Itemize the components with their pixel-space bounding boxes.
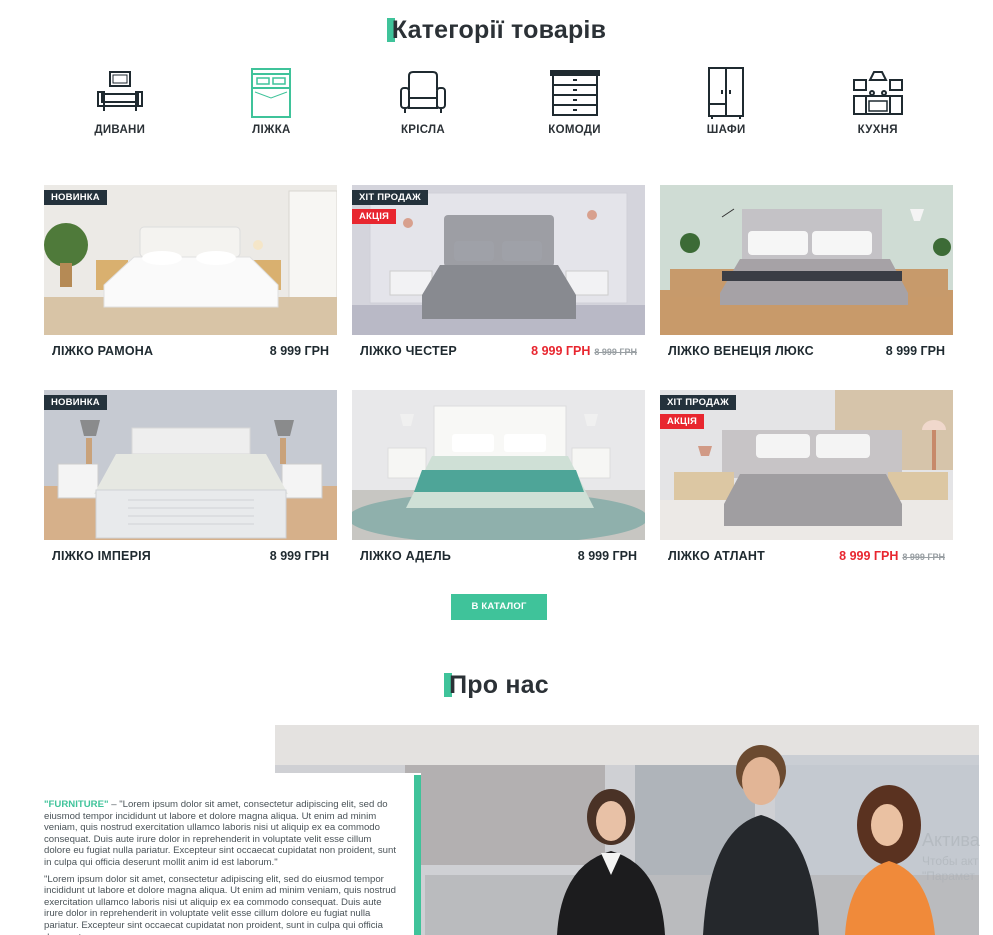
watermark-line-3: "Парамет: [922, 869, 975, 883]
product-price: 8 999 ГРН: [839, 549, 899, 563]
category-label: КУХНЯ: [857, 124, 898, 136]
product-card[interactable]: ХІТ ПРОДАЖ АКЦІЯ ЛІЖКО ЧЕСТЕР 8 999 ГРН 8…: [352, 185, 645, 358]
product-name[interactable]: ЛІЖКО ІМПЕРІЯ: [52, 549, 151, 563]
product-card[interactable]: НОВИНКА ЛІЖКО РАМОНА 8 999 ГРН: [44, 185, 337, 358]
activation-watermark: Актива Чтобы акт "Парамет: [922, 830, 980, 883]
about-text-panel: "FURNITURE" – "Lorem ipsum dolor sit ame…: [0, 773, 421, 935]
product-price: 8 999 ГРН: [577, 549, 637, 563]
watermark-line-1: Актива: [922, 830, 980, 850]
product-name[interactable]: ЛІЖКО АТЛАНТ: [668, 549, 765, 563]
about-title: Про нас: [0, 671, 993, 700]
category-dressers[interactable]: КОМОДИ: [499, 66, 651, 136]
product-name[interactable]: ЛІЖКО АДЕЛЬ: [360, 549, 451, 563]
category-beds[interactable]: ЛІЖКА: [196, 66, 348, 136]
product-price-block: 8 999 ГРН 8 999 ГРН: [839, 549, 945, 563]
badge-sale: АКЦІЯ: [352, 209, 397, 224]
product-price: 8 999 ГРН: [885, 344, 945, 358]
badge-sale: АКЦІЯ: [660, 414, 705, 429]
kitchen-icon: [852, 71, 903, 115]
bed-icon: [251, 68, 292, 118]
product-card[interactable]: ХІТ ПРОДАЖ АКЦІЯ ЛІЖКО АТЛАНТ 8 999 ГРН 8…: [660, 390, 953, 563]
product-price: 8 999 ГРН: [531, 344, 591, 358]
product-card[interactable]: ЛІЖКО ВЕНЕЦІЯ ЛЮКС 8 999 ГРН: [660, 185, 953, 358]
product-old-price: 8 999 ГРН: [902, 552, 945, 562]
product-old-price: 8 999 ГРН: [594, 347, 637, 357]
category-armchairs[interactable]: КРІСЛА: [347, 66, 499, 136]
badge-bestseller: ХІТ ПРОДАЖ: [352, 190, 428, 205]
product-photo[interactable]: [660, 185, 953, 335]
badge-new: НОВИНКА: [44, 190, 107, 205]
product-price: 8 999 ГРН: [269, 549, 329, 563]
product-card[interactable]: НОВИНКА ЛІЖКО ІМПЕРІЯ 8 999 ГРН: [44, 390, 337, 563]
badge-bestseller: ХІТ ПРОДАЖ: [660, 395, 736, 410]
watermark-line-2: Чтобы акт: [922, 854, 979, 868]
category-label: ДИВАНИ: [94, 124, 146, 136]
sofa-icon: [96, 71, 143, 111]
armchair-icon: [399, 71, 446, 113]
product-card[interactable]: ЛІЖКО АДЕЛЬ 8 999 ГРН: [352, 390, 645, 563]
category-kitchen[interactable]: КУХНЯ: [802, 66, 954, 136]
category-label: КОМОДИ: [548, 124, 601, 136]
product-price: 8 999 ГРН: [269, 344, 329, 358]
product-name[interactable]: ЛІЖКО РАМОНА: [52, 344, 153, 358]
about-paragraph-2: "Lorem ipsum dolor sit amet, consectetur…: [44, 873, 396, 935]
brand-name: "FURNITURE": [44, 799, 109, 810]
about-accent-bar: [414, 775, 421, 935]
product-name[interactable]: ЛІЖКО ЧЕСТЕР: [360, 344, 457, 358]
badge-new: НОВИНКА: [44, 395, 107, 410]
product-photo[interactable]: ХІТ ПРОДАЖ АКЦІЯ: [352, 185, 645, 335]
product-grid: НОВИНКА ЛІЖКО РАМОНА 8 999 ГРН ХІТ ПРОДА…: [44, 185, 954, 563]
category-label: ЛІЖКА: [252, 124, 291, 136]
wardrobe-icon: [708, 67, 745, 119]
product-photo[interactable]: НОВИНКА: [44, 390, 337, 540]
dresser-icon: [549, 70, 600, 116]
about-paragraph-1: "FURNITURE" – "Lorem ipsum dolor sit ame…: [44, 799, 396, 868]
category-label: ШАФИ: [706, 124, 746, 136]
product-name[interactable]: ЛІЖКО ВЕНЕЦІЯ ЛЮКС: [668, 344, 814, 358]
category-sofas[interactable]: ДИВАНИ: [44, 66, 196, 136]
category-label: КРІСЛА: [400, 124, 446, 136]
categories-title: Категорії товарів: [0, 16, 993, 45]
product-photo[interactable]: ХІТ ПРОДАЖ АКЦІЯ: [660, 390, 953, 540]
catalog-button[interactable]: В КАТАЛОГ: [451, 594, 547, 620]
product-photo[interactable]: [352, 390, 645, 540]
category-wardrobes[interactable]: ШАФИ: [650, 66, 802, 136]
product-photo[interactable]: НОВИНКА: [44, 185, 337, 335]
category-list: ДИВАНИ ЛІЖКА КРІСЛА КОМОДИ ШАФИ КУХНЯ: [44, 66, 954, 136]
product-price-block: 8 999 ГРН 8 999 ГРН: [531, 344, 637, 358]
